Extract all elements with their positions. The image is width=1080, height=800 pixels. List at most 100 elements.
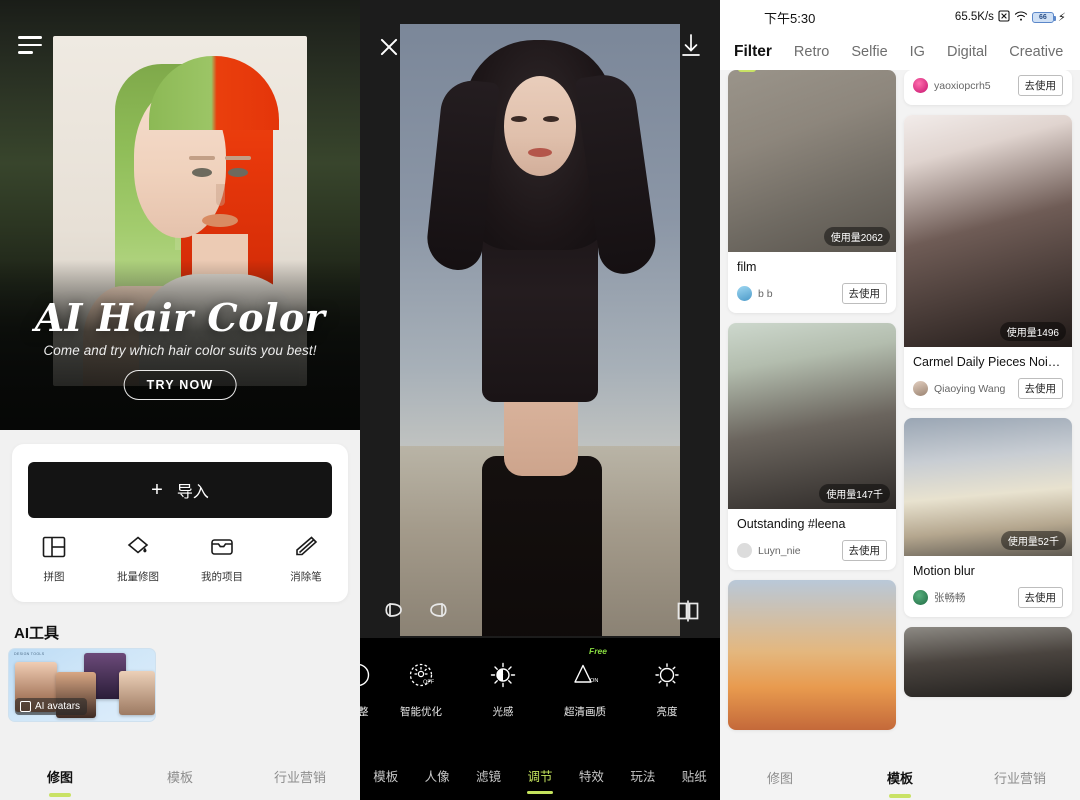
nav-item-templates[interactable]: 模板 — [840, 768, 960, 787]
tab-selfie[interactable]: Selfie — [851, 44, 887, 60]
menu-bar-3 — [18, 51, 33, 54]
import-button[interactable]: + 导入 — [28, 462, 332, 518]
download-icon[interactable] — [678, 32, 704, 60]
tool-label: 我的项目 — [201, 571, 243, 583]
editor-canvas[interactable] — [360, 0, 720, 638]
home-content: + 导入 拼图 批量修图 我的项目 消除笔 AI工具 DESIGN TOOLS … — [0, 430, 360, 800]
author-name: yaoxiopcrh5 — [934, 79, 991, 92]
adjust-option-label: 光感 — [492, 706, 514, 718]
menu-bar-2 — [18, 43, 42, 47]
nav-item-marketing[interactable]: 行业营销 — [240, 767, 360, 786]
tab-adjust[interactable]: 调节 — [514, 766, 565, 794]
template-meta: Qiaoying Wang 去使用 — [913, 378, 1063, 399]
tab-filter[interactable]: Filter — [734, 43, 772, 61]
template-card[interactable]: 使用量52千 Motion blur 张畅畅 去使用 — [904, 418, 1072, 617]
template-thumbnail: 使用量147千 — [728, 323, 896, 509]
panel-editor-screen: 调整 OFF — [360, 0, 720, 800]
adjust-option-adjust[interactable]: 调整 — [360, 660, 380, 719]
batch-edit-icon — [125, 534, 151, 560]
template-card[interactable] — [728, 580, 896, 730]
try-now-button[interactable]: TRY NOW — [123, 370, 237, 400]
wifi-icon — [1014, 10, 1028, 25]
nav-item-retouch[interactable]: 修图 — [0, 767, 120, 786]
svg-text:OFF: OFF — [423, 680, 435, 686]
tab-play[interactable]: 玩法 — [617, 766, 668, 794]
tab-ig[interactable]: IG — [910, 44, 925, 60]
use-template-button[interactable]: 去使用 — [1017, 378, 1063, 399]
nav-item-marketing[interactable]: 行业营销 — [960, 768, 1080, 787]
nose — [216, 184, 225, 206]
template-meta: Luyn_nie 去使用 — [737, 540, 887, 561]
feed-column-right: yaoxiopcrh5 去使用 使用量1496 Carmel Daily Pie… — [904, 70, 1072, 707]
author-name: Qiaoying Wang — [934, 382, 1006, 395]
panel-templates-screen: 下午5:30 65.5K/s 66 ⚡ Filter Retro Selfie … — [720, 0, 1080, 800]
adjust-option-label: 超清画质 — [564, 706, 606, 718]
editor-photo — [400, 24, 680, 636]
adjust-option-light-sense[interactable]: 光感 — [462, 660, 544, 719]
hero-subtitle: Come and try which hair color suits you … — [43, 343, 317, 358]
template-author: b b — [737, 286, 773, 301]
use-template-button[interactable]: 去使用 — [1017, 587, 1063, 608]
smart-optimize-off-icon: OFF — [406, 660, 436, 695]
template-thumbnail — [728, 580, 896, 730]
adjust-option-hd-quality[interactable]: Free ON 超清画质 — [544, 646, 626, 719]
nav-item-retouch[interactable]: 修图 — [720, 768, 840, 787]
tab-templates[interactable]: 模板 — [360, 766, 411, 794]
adjust-option-smart-optimize[interactable]: OFF 智能优化 — [380, 660, 462, 719]
hd-quality-on-icon: ON — [570, 660, 600, 695]
template-card[interactable]: yaoxiopcrh5 去使用 — [904, 70, 1072, 105]
ai-avatars-card[interactable]: DESIGN TOOLS AI avatars — [8, 648, 156, 722]
tab-effects[interactable]: 特效 — [566, 766, 617, 794]
template-thumbnail: 使用量1496 — [904, 115, 1072, 347]
close-icon[interactable] — [376, 34, 402, 60]
template-title: Outstanding #leena — [737, 517, 846, 531]
tab-retro[interactable]: Retro — [794, 44, 829, 60]
use-template-button[interactable]: 去使用 — [1017, 75, 1063, 96]
adjust-options-strip[interactable]: 调整 OFF — [360, 646, 720, 736]
template-card[interactable]: 使用量2062 film b b 去使用 — [728, 70, 896, 313]
tab-filter[interactable]: 滤镜 — [463, 766, 514, 794]
templates-feed[interactable]: 使用量2062 film b b 去使用 使用量147千 Outstanding… — [720, 70, 1080, 754]
undo-icon[interactable] — [382, 598, 408, 629]
tool-batch-edit[interactable]: 批量修图 — [96, 534, 180, 584]
avatar — [737, 543, 752, 558]
template-card[interactable]: 使用量1496 Carmel Daily Pieces Nois... Qiao… — [904, 115, 1072, 408]
usage-count-badge: 使用量52千 — [1000, 531, 1066, 550]
tab-creative[interactable]: Creative — [1009, 44, 1063, 60]
import-button-label: 导入 — [176, 484, 209, 501]
avatar — [913, 381, 928, 396]
tool-eraser-pen[interactable]: 消除笔 — [264, 534, 348, 584]
tab-stickers[interactable]: 贴纸 — [669, 766, 720, 794]
my-projects-icon — [209, 534, 235, 560]
menu-icon[interactable] — [18, 36, 42, 54]
charging-bolt-icon: ⚡ — [1057, 12, 1066, 24]
adjust-option-exposure[interactable]: 曝光 — [708, 660, 720, 719]
use-template-button[interactable]: 去使用 — [841, 283, 887, 304]
tools-row: 拼图 批量修图 我的项目 消除笔 — [12, 534, 348, 584]
template-meta: 张畅畅 去使用 — [913, 587, 1063, 608]
nav-item-templates[interactable]: 模板 — [120, 767, 240, 786]
editor-toolbar: 调整 OFF — [360, 638, 720, 800]
tool-collage[interactable]: 拼图 — [12, 534, 96, 584]
template-card-body: Outstanding #leena Luyn_nie 去使用 — [728, 509, 896, 570]
author-name: 张畅畅 — [934, 592, 966, 604]
tab-portrait[interactable]: 人像 — [411, 766, 462, 794]
author-name: b b — [758, 287, 773, 300]
template-meta: yaoxiopcrh5 去使用 — [913, 75, 1063, 96]
template-card[interactable]: 使用量147千 Outstanding #leena Luyn_nie 去使用 — [728, 323, 896, 570]
template-thumbnail — [904, 627, 1072, 697]
use-template-button[interactable]: 去使用 — [841, 540, 887, 561]
free-badge: Free — [589, 646, 607, 656]
hero-banner[interactable]: AI Hair Color Come and try which hair co… — [0, 0, 360, 430]
filter-category-tabs[interactable]: Filter Retro Selfie IG Digital Creative — [720, 34, 1080, 70]
template-card[interactable] — [904, 627, 1072, 697]
ai-badge-label: AI avatars — [35, 701, 81, 712]
tool-my-projects[interactable]: 我的项目 — [180, 534, 264, 584]
compare-split-icon[interactable] — [676, 599, 700, 628]
redo-icon[interactable] — [424, 598, 450, 629]
feed-column-left: 使用量2062 film b b 去使用 使用量147千 Outstanding… — [728, 70, 896, 740]
tab-digital[interactable]: Digital — [947, 44, 987, 60]
eraser-pen-icon — [293, 534, 319, 560]
adjust-option-brightness[interactable]: 亮度 — [626, 660, 708, 719]
template-author: Qiaoying Wang — [913, 381, 1005, 396]
